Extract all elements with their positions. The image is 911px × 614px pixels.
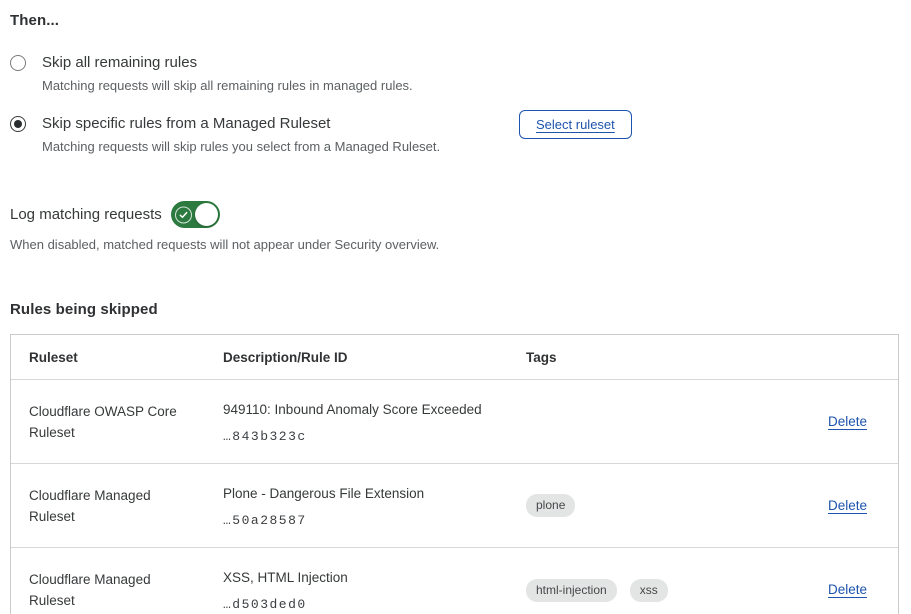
delete-link[interactable]: Delete bbox=[828, 414, 867, 429]
tag-pill: plone bbox=[526, 494, 575, 517]
skipped-rules-table: Ruleset Description/Rule ID Tags Cloudfl… bbox=[10, 334, 899, 614]
rule-id: …843b323c bbox=[223, 429, 510, 444]
check-icon bbox=[175, 206, 192, 223]
rule-id: …50a28587 bbox=[223, 513, 510, 528]
toggle-knob[interactable] bbox=[195, 203, 218, 226]
delete-cell: Delete bbox=[811, 497, 898, 515]
then-heading: Then... bbox=[10, 12, 899, 29]
rule-description-cell: Plone - Dangerous File Extension …50a285… bbox=[223, 484, 526, 528]
delete-cell: Delete bbox=[811, 413, 898, 431]
column-header-description: Description/Rule ID bbox=[223, 350, 526, 365]
table-row: Cloudflare Managed Ruleset XSS, HTML Inj… bbox=[11, 548, 898, 614]
rule-description-cell: 949110: Inbound Anomaly Score Exceeded …… bbox=[223, 400, 526, 444]
column-header-tags: Tags bbox=[526, 350, 811, 365]
ruleset-name: Cloudflare OWASP Core Ruleset bbox=[11, 401, 223, 443]
table-row: Cloudflare Managed Ruleset Plone - Dange… bbox=[11, 464, 898, 548]
option-skip-all-rules: Skip all remaining rules Matching reques… bbox=[10, 52, 899, 96]
option-skip-specific-label[interactable]: Skip specific rules from a Managed Rules… bbox=[42, 113, 440, 134]
option-skip-all-text: Skip all remaining rules Matching reques… bbox=[42, 52, 413, 96]
rule-description-cell: XSS, HTML Injection …d503ded0 bbox=[223, 568, 526, 612]
rule-description: XSS, HTML Injection bbox=[223, 568, 510, 587]
rule-id: …d503ded0 bbox=[223, 597, 510, 612]
rule-tags-cell: html-injection xss bbox=[526, 579, 811, 602]
rule-tags-cell: plone bbox=[526, 494, 811, 517]
log-matching-label: Log matching requests bbox=[10, 206, 162, 223]
delete-link[interactable]: Delete bbox=[828, 498, 867, 513]
select-ruleset-button[interactable]: Select ruleset bbox=[519, 110, 632, 139]
tag-pill: xss bbox=[630, 579, 668, 602]
tag-pill: html-injection bbox=[526, 579, 617, 602]
rules-being-skipped-heading: Rules being skipped bbox=[10, 301, 899, 318]
table-row: Cloudflare OWASP Core Ruleset 949110: In… bbox=[11, 380, 898, 464]
column-header-ruleset: Ruleset bbox=[11, 350, 223, 365]
log-matching-description: When disabled, matched requests will not… bbox=[10, 237, 899, 252]
rule-description: 949110: Inbound Anomaly Score Exceeded bbox=[223, 400, 510, 419]
log-matching-row: Log matching requests bbox=[10, 201, 899, 228]
log-toggle[interactable] bbox=[171, 201, 220, 228]
option-skip-specific-text: Skip specific rules from a Managed Rules… bbox=[42, 113, 440, 157]
radio-skip-all-rules[interactable] bbox=[10, 55, 26, 71]
radio-skip-specific-rules[interactable] bbox=[10, 116, 26, 132]
option-skip-all-description: Matching requests will skip all remainin… bbox=[42, 76, 413, 96]
delete-link[interactable]: Delete bbox=[828, 582, 867, 597]
option-skip-specific-description: Matching requests will skip rules you se… bbox=[42, 137, 440, 157]
option-skip-specific-rules: Skip specific rules from a Managed Rules… bbox=[10, 113, 899, 157]
ruleset-name: Cloudflare Managed Ruleset bbox=[11, 569, 223, 611]
table-header-row: Ruleset Description/Rule ID Tags bbox=[11, 335, 898, 380]
waf-rule-then-panel: Then... Skip all remaining rules Matchin… bbox=[0, 0, 911, 614]
delete-cell: Delete bbox=[811, 581, 898, 599]
ruleset-name: Cloudflare Managed Ruleset bbox=[11, 485, 223, 527]
option-skip-all-label[interactable]: Skip all remaining rules bbox=[42, 52, 413, 73]
rule-description: Plone - Dangerous File Extension bbox=[223, 484, 510, 503]
log-matching-section: Log matching requests When disabled, mat… bbox=[10, 201, 899, 252]
